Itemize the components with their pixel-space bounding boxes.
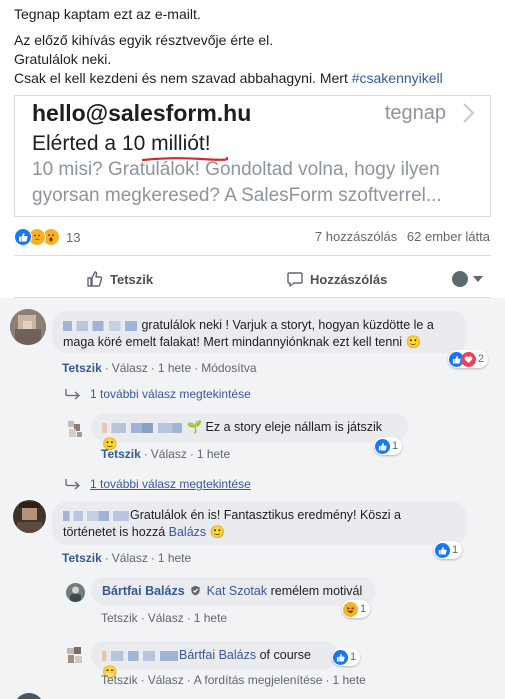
email-preview-text: 10 misi? Gratulálok! Gondoltad volna, ho…	[32, 159, 442, 206]
comment-count-link[interactable]: 7 hozzászólás	[315, 229, 397, 244]
reply-arrow-icon	[65, 389, 80, 400]
reply-reactions-badge[interactable]: 1	[374, 437, 403, 455]
reply-time[interactable]: 1 hete	[197, 447, 230, 461]
reply-text: remélem motivál	[267, 584, 363, 598]
comments-section	[0, 298, 505, 699]
hashtag-link[interactable]: #csakennyikell	[352, 70, 443, 86]
like-button[interactable]: Tetszik	[86, 270, 153, 288]
reply-author-link[interactable]: Bártfai Balázs	[102, 584, 185, 598]
comment-button-label: Hozzászólás	[310, 271, 388, 287]
post-line-4: Csak el kell kezdeni és nem szavad abbah…	[14, 69, 494, 88]
like-icon	[375, 438, 390, 454]
view-more-replies-label: 1 további válasz megtekintése	[90, 387, 251, 401]
comment-meta: Tetszik · Válasz · 1 hete · Módosítva	[62, 361, 257, 375]
comment-icon	[287, 272, 303, 287]
blurred-author-name[interactable]	[63, 320, 137, 331]
reply-meta: Tetszik · Válasz · 1 hete	[101, 447, 231, 461]
avatar[interactable]	[10, 309, 46, 345]
post-line-1: Tegnap kaptam ezt az e-mailt.	[14, 6, 201, 22]
comment-reaction-count: 1	[452, 544, 459, 556]
view-more-replies-link[interactable]: 1 további válasz megtekintése	[64, 387, 251, 401]
blurred-author-name[interactable]	[63, 510, 129, 521]
mention-link[interactable]: Balázs	[169, 525, 207, 539]
post-text: Tegnap kaptam ezt az e-mailt. Az előző k…	[14, 5, 494, 95]
like-icon	[14, 228, 32, 246]
post-actions-bar: Tetszik Hozzászólás	[14, 262, 491, 298]
blurred-author-name[interactable]	[102, 422, 182, 433]
like-button-label: Tetszik	[110, 271, 154, 287]
reply-bubble: Bártfai Balázs Kat Szotak remélem motivá…	[91, 577, 376, 606]
avatar[interactable]	[66, 583, 85, 602]
reply-reactions-badge[interactable]: 1	[332, 648, 361, 666]
seen-count: 62 ember látta	[406, 229, 490, 244]
reply-like-link[interactable]: Tetszik	[101, 611, 138, 625]
reply-like-link[interactable]: Tetszik	[101, 447, 141, 461]
reply-reply-link[interactable]: Válasz	[148, 673, 184, 687]
avatar	[452, 271, 468, 287]
email-sender: hello@salesform.hu	[32, 100, 252, 126]
reply-like-link[interactable]: Tetszik	[101, 673, 138, 687]
comment-reactions-badge[interactable]: 2	[448, 350, 489, 368]
chevron-right-icon	[463, 103, 475, 123]
reply-time[interactable]: 1 hete	[332, 673, 365, 687]
reply-bubble: 🌱 Ez a story eleje nállam is játszik 🙂	[91, 413, 408, 451]
comment-reply-link[interactable]: Válasz	[112, 361, 148, 375]
reply-reply-link[interactable]: Válasz	[148, 611, 184, 625]
reply-bubble: Bártfai Balázs of course 😁	[91, 641, 338, 679]
comment-like-link[interactable]: Tetszik	[62, 551, 102, 565]
love-icon	[461, 351, 476, 367]
comment-reaction-count: 2	[478, 353, 485, 365]
comment-as-selector[interactable]	[452, 271, 483, 287]
mention-link[interactable]: Kat Szotak	[207, 584, 267, 598]
view-more-replies-link[interactable]: 1 további válasz megtekintése	[64, 477, 251, 491]
reply-reaction-count: 1	[360, 603, 367, 615]
reply-meta: Tetszik · Válasz · A fordítás megjelenítése ·…	[101, 673, 366, 687]
like-icon	[435, 542, 450, 558]
view-more-replies-label: 1 további válasz megtekintése	[90, 477, 251, 491]
avatar[interactable]	[13, 500, 46, 533]
post-stats: 7 hozzászólás 62 ember látta	[315, 229, 490, 244]
email-date: tegnap	[384, 102, 446, 124]
comment-meta: Tetszik · Válasz · 1 hete	[62, 551, 192, 565]
reply-time[interactable]: 1 hete	[194, 611, 227, 625]
reply-arrow-icon	[65, 479, 80, 490]
reply-reactions-badge[interactable]: 1	[342, 600, 371, 618]
post-line-3: Gratulálok neki.	[14, 51, 112, 67]
blurred-author-name[interactable]	[102, 650, 178, 661]
comment-edited: Módosítva	[201, 361, 257, 375]
author-badge-icon	[191, 585, 200, 596]
avatar[interactable]	[65, 419, 85, 439]
mention-link[interactable]: Bártfai Balázs	[179, 648, 256, 662]
comment-like-link[interactable]: Tetszik	[62, 361, 102, 375]
email-subject-prefix: Elérted a	[32, 132, 122, 155]
comment-reply-link[interactable]: Válasz	[112, 551, 148, 565]
email-subject: Elérted a 10 milliót!	[32, 132, 211, 156]
see-translation-link[interactable]: A fordítás megjelenítése	[194, 673, 323, 687]
reply-meta: Tetszik · Válasz · 1 hete	[101, 611, 228, 625]
comment-bubble: gratulálok neki ! Varjuk a storyt, hogya…	[52, 311, 467, 353]
reply-reply-link[interactable]: Válasz	[151, 447, 187, 461]
post-line-4-text: Csak el kell kezdeni és nem szavad abbah…	[14, 70, 352, 86]
reply-reaction-count: 1	[392, 440, 399, 452]
thumbs-up-icon	[87, 271, 103, 287]
email-preview-card[interactable]: hello@salesform.hu tegnap Elérted a 10 m…	[14, 95, 491, 217]
comment-bubble: Gratulálok én is! Fantasztikus eredmény!…	[52, 501, 467, 545]
reaction-summary[interactable]: 13	[14, 226, 80, 248]
reply-reaction-count: 1	[350, 651, 357, 663]
divider	[14, 255, 491, 256]
comment-time[interactable]: 1 hete	[158, 361, 191, 375]
reaction-count: 13	[66, 229, 81, 245]
haha-icon	[343, 601, 358, 617]
comment-button[interactable]: Hozzászólás	[286, 270, 387, 288]
post-line-2: Az előző kihívás egyik résztvevője érte …	[14, 32, 274, 48]
avatar[interactable]	[65, 645, 85, 665]
like-icon	[333, 649, 348, 665]
comment-emoji: 🙂	[206, 525, 226, 539]
email-subject-highlight: 10 milliót!	[121, 132, 211, 155]
comment-time[interactable]: 1 hete	[158, 551, 191, 565]
caret-down-icon	[473, 276, 483, 282]
comment-reactions-badge[interactable]: 1	[434, 541, 463, 559]
